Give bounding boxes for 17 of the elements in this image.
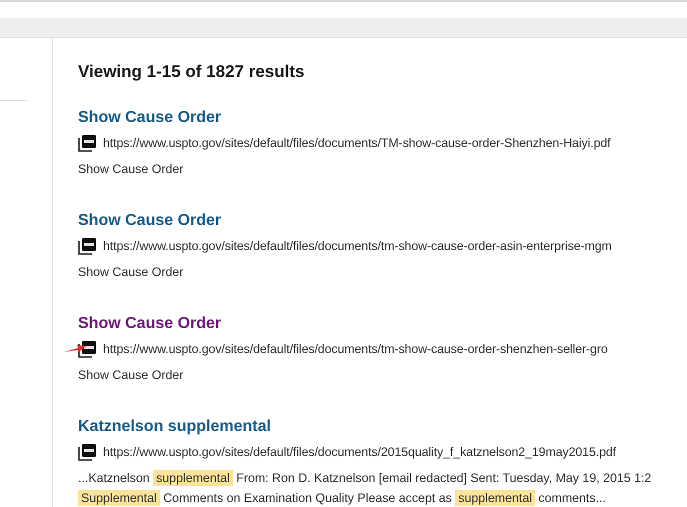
- results-heading: Viewing 1-15 of 1827 results: [78, 62, 306, 82]
- pdf-icon: [78, 340, 97, 358]
- result-url: https://www.uspto.gov/sites/default/files/documents/TM-show-cause-order-Shenzhen-Haiyi.pdf: [103, 136, 611, 150]
- pdf-icon: [78, 134, 97, 152]
- result-snippet: ...Katznelson supplemental From: Ron D. Katznelson [email redacted] Sent: Tuesday, May 19, 2015 1:2 Supplemental Comments on Examination Quality Please accept as supplemental comments...: [78, 469, 652, 507]
- result-snippet: Show Cause Order: [78, 161, 184, 178]
- result-title-link[interactable]: Show Cause Order: [78, 212, 222, 230]
- result-title-link[interactable]: Show Cause Order: [78, 109, 222, 127]
- result-title-link[interactable]: Show Cause Order: [78, 315, 222, 333]
- result-url: https://www.uspto.gov/sites/default/files/documents/tm-show-cause-order-shenzhen-seller-gro: [103, 342, 608, 356]
- pdf-icon: [78, 443, 97, 461]
- result-title-link[interactable]: Katznelson supplemental: [78, 418, 271, 436]
- result-url: https://www.uspto.gov/sites/default/files/documents/2015quality_f_katznelson2_19may2015.pdf: [103, 445, 616, 459]
- result-snippet: Show Cause Order: [78, 264, 184, 281]
- result-url: https://www.uspto.gov/sites/default/files/documents/tm-show-cause-order-asin-enterprise-mgm: [103, 239, 612, 253]
- result-snippet: Show Cause Order: [78, 367, 184, 384]
- pdf-icon: [78, 237, 97, 255]
